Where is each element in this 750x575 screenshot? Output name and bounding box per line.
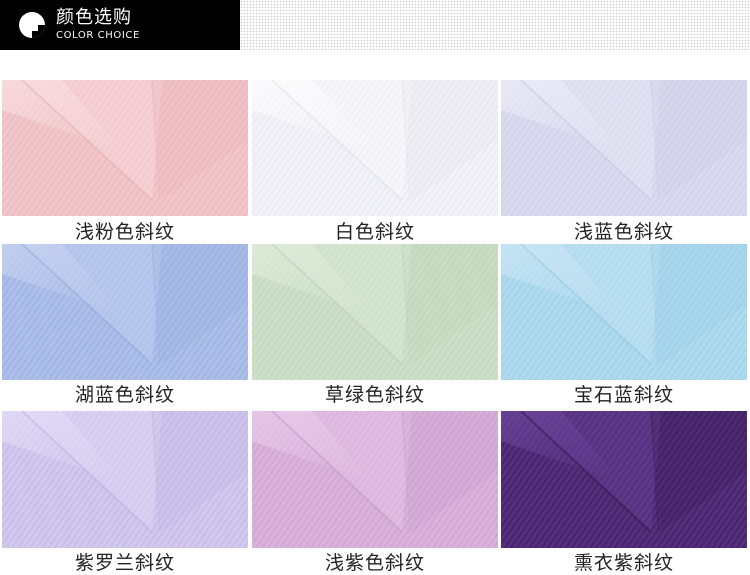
swatch-label: 紫罗兰斜纹	[74, 552, 175, 574]
swatch-label: 熏衣紫斜纹	[573, 552, 674, 574]
section-title: 颜色选购	[56, 7, 132, 28]
fabric-swatch	[501, 411, 747, 548]
fabric-swatch	[252, 411, 498, 548]
swatch-label: 白色斜纹	[334, 221, 415, 243]
fabric-swatch	[2, 80, 248, 216]
section-subtitle: COLOR CHOICE	[56, 30, 140, 41]
fabric-swatch	[2, 244, 248, 380]
swatch-label: 浅粉色斜纹	[74, 221, 175, 243]
fabric-swatch	[2, 411, 248, 548]
fabric-swatch	[501, 244, 747, 380]
swatch-label: 草绿色斜纹	[324, 384, 425, 406]
fabric-swatch	[252, 80, 498, 216]
swatch-label: 浅蓝色斜纹	[573, 221, 674, 243]
logo-icon	[19, 12, 45, 38]
header-title-bar: 颜色选购 COLOR CHOICE	[0, 0, 240, 50]
swatch-label: 湖蓝色斜纹	[74, 384, 175, 406]
swatch-label: 浅紫色斜纹	[324, 552, 425, 574]
fabric-swatch	[501, 80, 747, 216]
header-dot-pattern	[240, 0, 750, 50]
fabric-swatch	[252, 244, 498, 380]
swatch-label: 宝石蓝斜纹	[573, 384, 674, 406]
